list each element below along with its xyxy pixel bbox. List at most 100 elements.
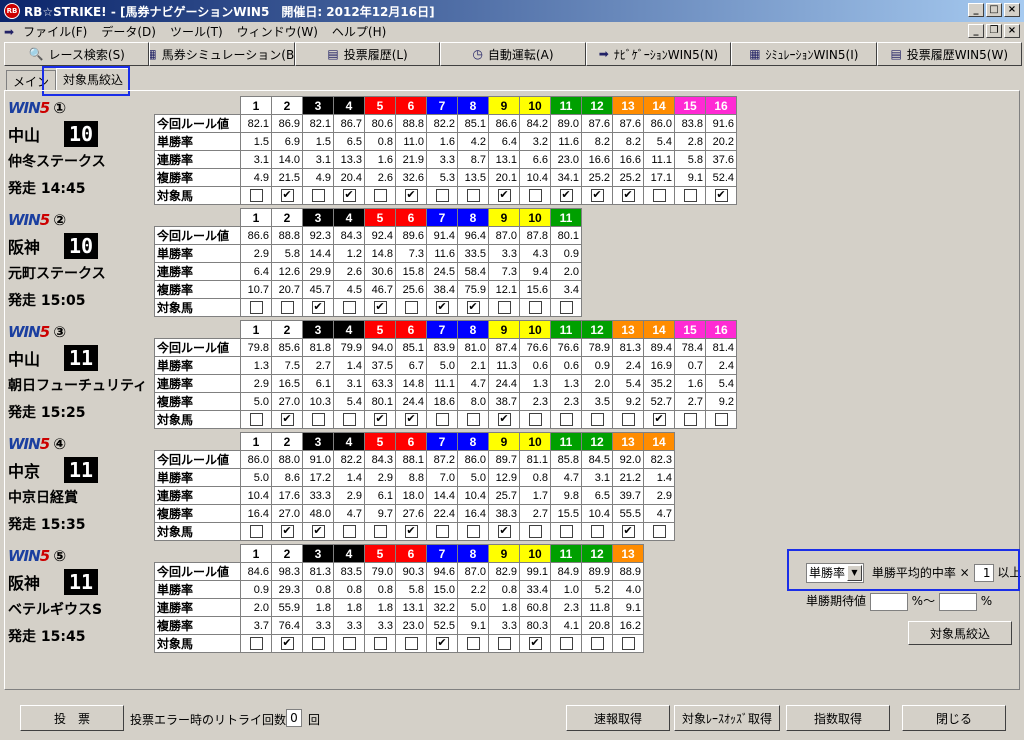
fetch-odds-button[interactable]: 速報取得	[566, 705, 670, 731]
target-checkbox[interactable]	[466, 637, 480, 650]
toolbar-button-1[interactable]: ▦ 馬券シミュレーション(B)	[149, 42, 295, 66]
close-button[interactable]: 閉じる	[902, 705, 1006, 731]
toolbar-button-5[interactable]: ▦ ｼﾐｭﾚｰｼｮﾝWIN5(I)	[731, 42, 877, 66]
target-checkbox[interactable]	[559, 413, 573, 426]
target-checkbox[interactable]	[497, 637, 511, 650]
target-checkbox[interactable]: ✔	[621, 189, 635, 202]
target-checkbox[interactable]: ✔	[280, 637, 294, 650]
row-rule: 今回ルール値 82.1 86.9 82.1 86.7 80.6 88.8 82.2 85.1 86…	[154, 114, 737, 133]
target-checkbox[interactable]	[528, 189, 542, 202]
toolbar-button-0[interactable]: 🔍 レース検索(S)	[4, 42, 150, 66]
vote-button[interactable]: 投 票	[20, 705, 124, 731]
target-odds-button[interactable]: 対象ﾚｰｽｵｯｽﾞ取得	[674, 705, 780, 731]
target-checkbox[interactable]: ✔	[311, 301, 325, 314]
target-checkbox[interactable]	[590, 525, 604, 538]
target-checkbox[interactable]	[373, 525, 387, 538]
mdi-restore-icon[interactable]: ❐	[986, 24, 1002, 38]
target-checkbox[interactable]	[342, 413, 356, 426]
expectation-max-input[interactable]	[938, 592, 977, 611]
target-checkbox[interactable]	[559, 525, 573, 538]
target-checkbox[interactable]	[559, 637, 573, 650]
toolbar-button-3[interactable]: ◷ 自動運転(A)	[440, 42, 586, 66]
filter-button[interactable]: 対象馬絞込	[908, 621, 1012, 645]
target-checkbox[interactable]: ✔	[435, 301, 449, 314]
target-checkbox[interactable]: ✔	[652, 413, 666, 426]
target-checkbox[interactable]	[435, 525, 449, 538]
target-checkbox[interactable]: ✔	[497, 413, 511, 426]
target-checkbox[interactable]: ✔	[280, 189, 294, 202]
index-fetch-button[interactable]: 指数取得	[786, 705, 890, 731]
target-checkbox[interactable]: ✔	[342, 189, 356, 202]
target-checkbox[interactable]	[249, 189, 263, 202]
target-checkbox[interactable]	[249, 637, 263, 650]
target-checkbox[interactable]: ✔	[497, 189, 511, 202]
toolbar-button-6[interactable]: ▤ 投票履歴WIN5(W)	[876, 42, 1022, 66]
target-checkbox[interactable]: ✔	[280, 413, 294, 426]
target-checkbox[interactable]	[466, 189, 480, 202]
minimize-icon[interactable]: _	[968, 3, 984, 17]
target-checkbox[interactable]: ✔	[435, 637, 449, 650]
value-cell: 83.5	[333, 562, 365, 581]
toolbar-button-2[interactable]: ▤ 投票履歴(L)	[294, 42, 441, 66]
target-checkbox[interactable]: ✔	[466, 301, 480, 314]
mdi-minimize-icon[interactable]: _	[968, 24, 984, 38]
target-checkbox[interactable]: ✔	[373, 301, 387, 314]
target-checkbox[interactable]: ✔	[714, 189, 728, 202]
target-checkbox[interactable]: ✔	[280, 525, 294, 538]
menu-data[interactable]: データ(D)	[94, 23, 163, 40]
target-checkbox[interactable]	[652, 189, 666, 202]
mdi-close-icon[interactable]: ×	[1004, 24, 1020, 38]
target-cell: ✔	[488, 186, 520, 205]
target-checkbox[interactable]	[590, 413, 604, 426]
target-checkbox[interactable]	[528, 525, 542, 538]
target-checkbox[interactable]	[466, 413, 480, 426]
target-checkbox[interactable]	[435, 189, 449, 202]
target-checkbox[interactable]	[373, 637, 387, 650]
menu-help[interactable]: ヘルプ(H)	[325, 23, 393, 40]
target-checkbox[interactable]	[466, 525, 480, 538]
retry-input[interactable]: 0	[286, 709, 302, 727]
target-checkbox[interactable]	[652, 525, 666, 538]
target-checkbox[interactable]: ✔	[404, 525, 418, 538]
target-checkbox[interactable]: ✔	[528, 637, 542, 650]
menu-window[interactable]: ウィンドウ(W)	[230, 23, 325, 40]
target-checkbox[interactable]	[621, 413, 635, 426]
target-checkbox[interactable]: ✔	[311, 525, 325, 538]
target-checkbox[interactable]	[528, 413, 542, 426]
menu-file[interactable]: ファイル(F)	[16, 23, 94, 40]
target-checkbox[interactable]	[249, 301, 263, 314]
target-checkbox[interactable]	[404, 301, 418, 314]
target-checkbox[interactable]	[590, 637, 604, 650]
target-checkbox[interactable]	[249, 525, 263, 538]
target-checkbox[interactable]	[404, 637, 418, 650]
target-checkbox[interactable]	[683, 189, 697, 202]
target-checkbox[interactable]	[714, 413, 728, 426]
target-checkbox[interactable]: ✔	[621, 525, 635, 538]
target-checkbox[interactable]	[249, 413, 263, 426]
expectation-min-input[interactable]	[869, 592, 908, 611]
target-checkbox[interactable]: ✔	[404, 189, 418, 202]
target-checkbox[interactable]	[435, 413, 449, 426]
target-checkbox[interactable]	[528, 301, 542, 314]
toolbar-button-4[interactable]: ➡ ﾅﾋﾞｹﾞｰｼｮﾝWIN5(N)	[585, 42, 732, 66]
target-checkbox[interactable]	[373, 189, 387, 202]
target-checkbox[interactable]	[621, 637, 635, 650]
target-checkbox[interactable]: ✔	[373, 413, 387, 426]
maximize-icon[interactable]: □	[986, 3, 1002, 17]
target-checkbox[interactable]: ✔	[590, 189, 604, 202]
target-checkbox[interactable]: ✔	[497, 525, 511, 538]
target-checkbox[interactable]	[342, 301, 356, 314]
target-checkbox[interactable]	[311, 189, 325, 202]
target-checkbox[interactable]	[559, 301, 573, 314]
target-checkbox[interactable]: ✔	[559, 189, 573, 202]
menu-tools[interactable]: ツール(T)	[163, 23, 230, 40]
target-checkbox[interactable]	[683, 413, 697, 426]
target-checkbox[interactable]	[497, 301, 511, 314]
target-checkbox[interactable]	[311, 413, 325, 426]
target-checkbox[interactable]	[342, 637, 356, 650]
close-icon[interactable]: ×	[1004, 3, 1020, 17]
target-checkbox[interactable]	[280, 301, 294, 314]
target-checkbox[interactable]	[311, 637, 325, 650]
target-checkbox[interactable]	[342, 525, 356, 538]
target-checkbox[interactable]: ✔	[404, 413, 418, 426]
